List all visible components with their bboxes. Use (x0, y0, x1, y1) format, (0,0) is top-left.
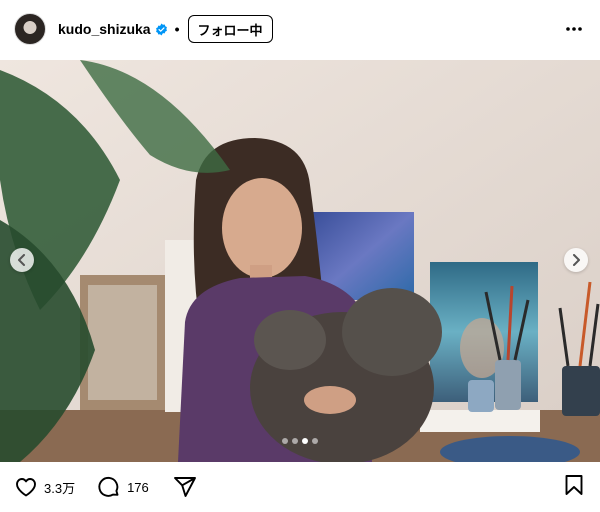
carousel-next-button[interactable] (564, 248, 588, 272)
verified-badge-icon (155, 23, 167, 35)
carousel-prev-button[interactable] (10, 248, 34, 272)
share-button[interactable] (173, 475, 197, 499)
username[interactable]: kudo_shizuka (58, 21, 151, 37)
save-button[interactable] (562, 473, 586, 502)
like-button[interactable]: 3.3万 (14, 475, 75, 499)
carousel-dot (282, 438, 288, 444)
following-button-label: フォロー中 (197, 22, 263, 38)
more-options-button[interactable] (562, 17, 586, 41)
chevron-left-icon (18, 254, 25, 266)
comment-button[interactable]: 176 (97, 475, 149, 499)
likes-count: 3.3万 (44, 480, 76, 496)
post-actions-bar: 3.3万 176 (0, 462, 600, 512)
more-options-icon (566, 27, 582, 31)
carousel-dot (302, 438, 308, 444)
heart-icon (16, 478, 36, 497)
chevron-right-icon (573, 254, 580, 266)
comments-count: 176 (127, 479, 149, 495)
post-image[interactable] (0, 60, 600, 462)
send-icon (173, 477, 196, 497)
carousel-indicator (0, 438, 600, 444)
post-header: kudo_shizuka • フォロー中 (0, 0, 600, 58)
avatar[interactable] (14, 13, 46, 45)
bookmark-icon (565, 474, 583, 495)
following-button[interactable]: フォロー中 (187, 15, 273, 43)
carousel-dot (312, 438, 318, 444)
comment-bubble-icon (98, 477, 119, 497)
carousel-dot (292, 438, 298, 444)
separator-dot: • (174, 21, 180, 37)
post-photo (0, 60, 600, 462)
